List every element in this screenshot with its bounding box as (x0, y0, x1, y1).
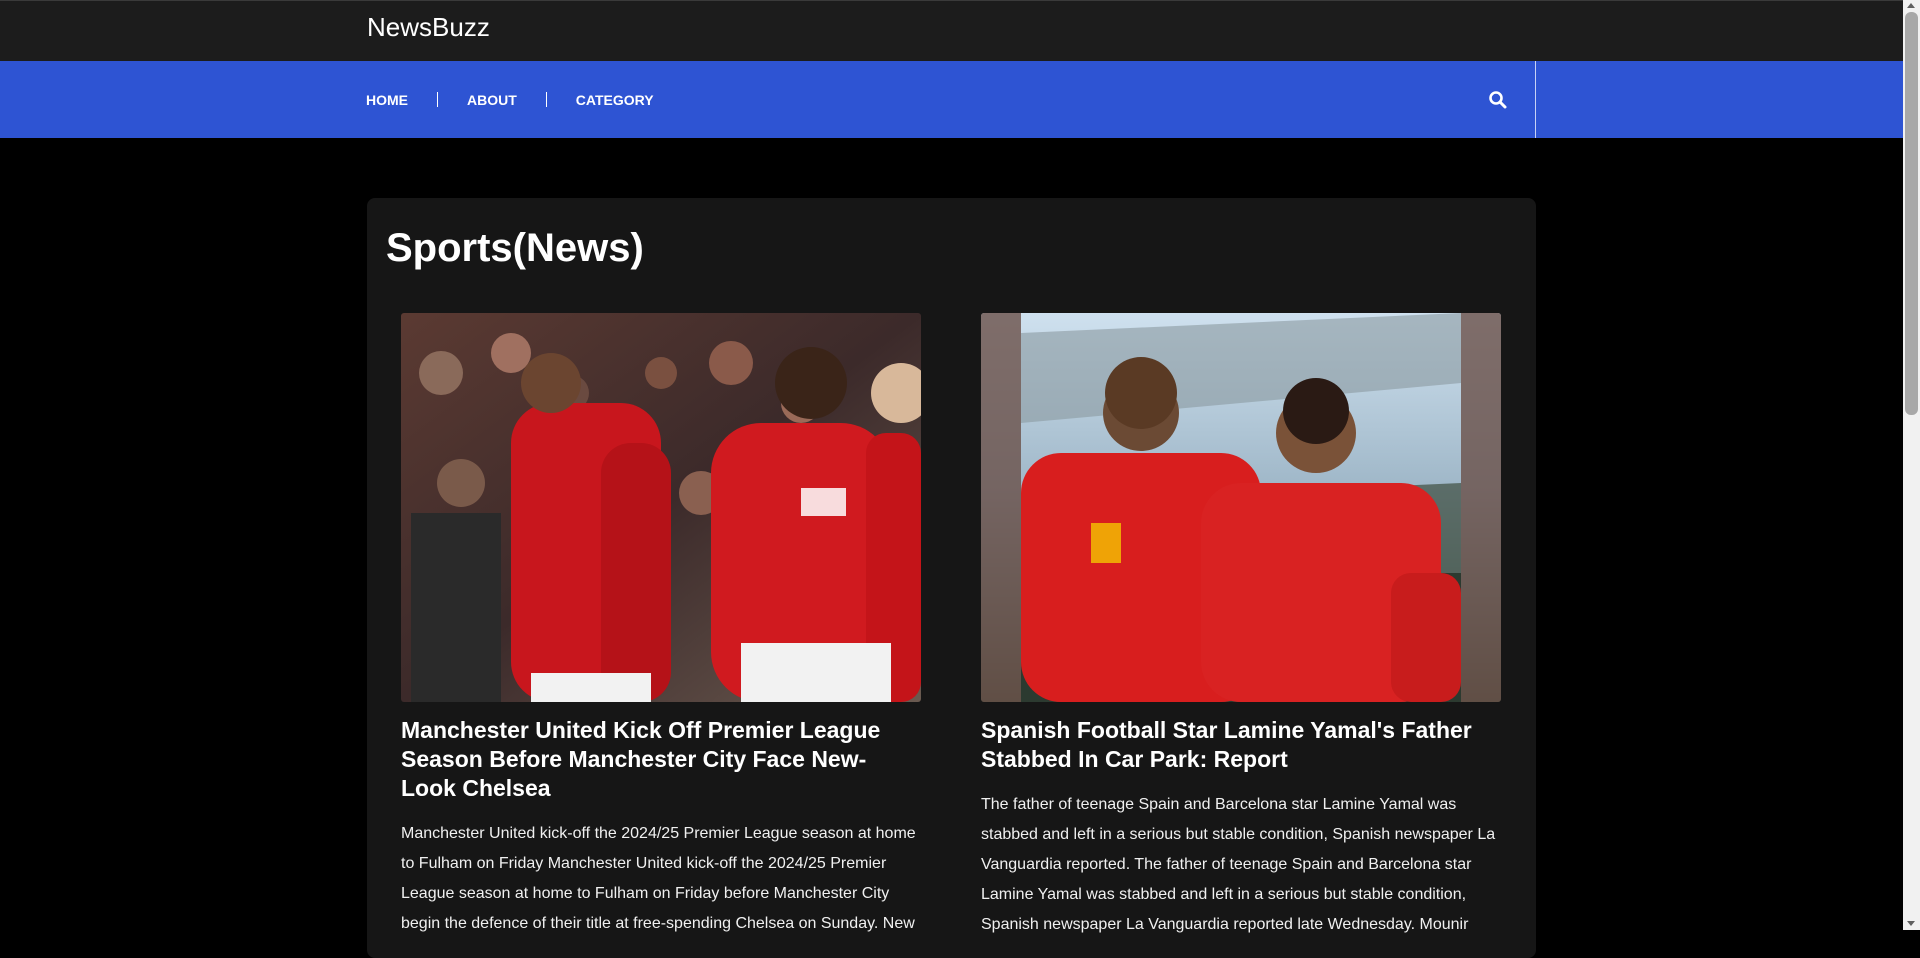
article-excerpt: The father of teenage Spain and Barcelon… (981, 796, 1496, 933)
scroll-up-arrow-icon[interactable] (1907, 3, 1915, 8)
news-panel: Sports(News) Manchester United Kick Off … (367, 198, 1536, 958)
nav-separator (545, 92, 547, 107)
nav-item-about[interactable]: ABOUT (467, 92, 517, 108)
nav-item-home[interactable]: HOME (366, 92, 408, 108)
section-title: Sports(News) (386, 226, 644, 270)
article-excerpt: Manchester United kick-off the 2024/25 P… (401, 825, 916, 932)
article-image[interactable] (981, 313, 1501, 702)
article-card: Spanish Football Star Lamine Yamal's Fat… (981, 313, 1501, 940)
article-image[interactable] (401, 313, 921, 702)
scrollbar-thumb[interactable] (1905, 12, 1918, 415)
site-brand[interactable]: NewsBuzz (367, 11, 490, 43)
article-title[interactable]: Manchester United Kick Off Premier Leagu… (401, 716, 921, 803)
article-title[interactable]: Spanish Football Star Lamine Yamal's Fat… (981, 716, 1501, 774)
scroll-down-arrow-icon[interactable] (1907, 921, 1915, 926)
search-icon[interactable] (1486, 88, 1510, 112)
top-bar: NewsBuzz (0, 0, 1903, 61)
article-card: Manchester United Kick Off Premier Leagu… (401, 313, 921, 939)
nav-list: HOME ABOUT CATEGORY (366, 61, 654, 138)
nav-divider (1535, 61, 1536, 138)
nav-item-category[interactable]: CATEGORY (576, 92, 654, 108)
nav-separator (437, 92, 438, 107)
main-navigation: HOME ABOUT CATEGORY (0, 61, 1903, 138)
